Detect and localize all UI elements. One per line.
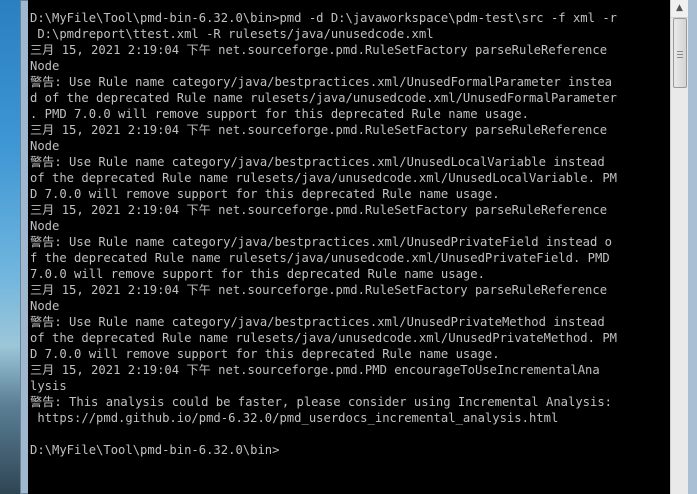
console-line: of the deprecated Rule name rulesets/jav… (30, 171, 617, 185)
console-line: 三月 15, 2021 2:19:04 下午 net.sourceforge.p… (30, 43, 608, 57)
console-line: 警告: Use Rule name category/java/bestprac… (30, 155, 605, 169)
console-output-area[interactable]: D:\MyFile\Tool\pmd-bin-6.32.0\bin>pmd -d… (28, 0, 670, 494)
window-frame-right-edge (688, 0, 697, 494)
console-line: D 7.0.0 will remove support for this dep… (30, 187, 500, 201)
console-line: f the deprecated Rule name rulesets/java… (30, 251, 610, 265)
console-line: D:\MyFile\Tool\pmd-bin-6.32.0\bin>pmd -d… (30, 11, 617, 25)
console-line: . PMD 7.0.0 will remove support for this… (30, 107, 529, 121)
console-line: Node (30, 139, 60, 153)
console-line: D 7.0.0 will remove support for this dep… (30, 347, 500, 361)
console-line: Node (30, 219, 60, 233)
vertical-scrollbar[interactable]: ▲ (670, 0, 688, 494)
console-line: of the deprecated Rule name rulesets/jav… (30, 331, 617, 345)
console-line: D:\MyFile\Tool\pmd-bin-6.32.0\bin> (30, 443, 280, 457)
grip-icon (677, 49, 683, 60)
console-line: d of the deprecated Rule name rulesets/j… (30, 91, 617, 105)
console-line: lysis (30, 379, 67, 393)
console-line: 三月 15, 2021 2:19:04 下午 net.sourceforge.p… (30, 363, 600, 377)
console-line: 7.0.0 will remove support for this depre… (30, 267, 485, 281)
console-line: 三月 15, 2021 2:19:04 下午 net.sourceforge.p… (30, 283, 608, 297)
console-line: 警告: Use Rule name category/java/bestprac… (30, 235, 613, 249)
console-line: 警告: This analysis could be faster, pleas… (30, 395, 613, 409)
console-text: D:\MyFile\Tool\pmd-bin-6.32.0\bin>pmd -d… (28, 0, 670, 458)
console-line: D:\pmdreport\ttest.xml -R rulesets/java/… (30, 27, 434, 41)
console-line: 警告: Use Rule name category/java/bestprac… (30, 315, 605, 329)
scrollbar-thumb[interactable] (673, 18, 687, 88)
console-line: Node (30, 59, 60, 73)
scroll-up-icon[interactable]: ▲ (671, 0, 688, 18)
console-line: 三月 15, 2021 2:19:04 下午 net.sourceforge.p… (30, 123, 608, 137)
console-line: 警告: Use Rule name category/java/bestprac… (30, 75, 613, 89)
console-line: https://pmd.github.io/pmd-6.32.0/pmd_use… (30, 411, 559, 425)
console-line: Node (30, 299, 60, 313)
console-line: 三月 15, 2021 2:19:04 下午 net.sourceforge.p… (30, 203, 608, 217)
